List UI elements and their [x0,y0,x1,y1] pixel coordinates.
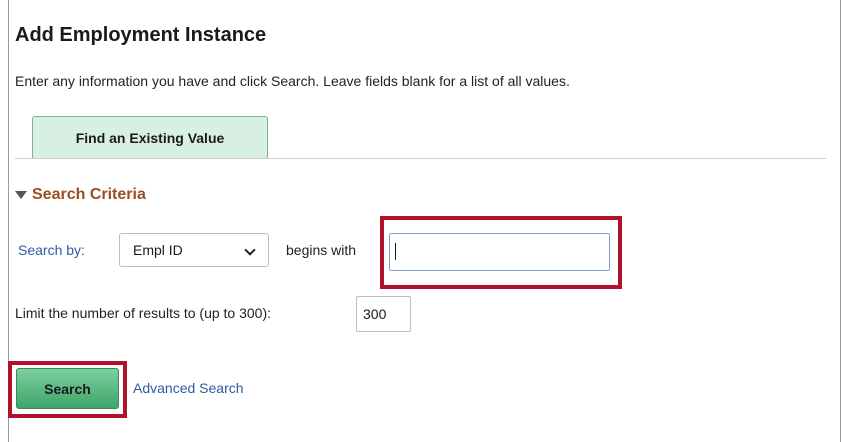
page-title: Add Employment Instance [15,24,267,46]
search-button[interactable]: Search [16,368,119,409]
search-criteria-header[interactable]: Search Criteria [15,186,146,204]
empl-id-input[interactable] [389,233,610,271]
text-cursor [395,243,396,260]
search-criteria-label: Search Criteria [32,186,146,203]
limit-results-input[interactable] [356,296,411,332]
tab-label: Find an Existing Value [75,129,225,146]
search-by-label: Search by: [18,242,85,258]
search-by-selected-value: Empl ID [133,242,183,258]
limit-results-label: Limit the number of results to (up to 30… [15,305,272,321]
collapse-triangle-icon [15,191,27,199]
operator-label: begins with [286,242,357,258]
chevron-down-icon [244,244,256,256]
instructions-text: Enter any information you have and click… [15,73,570,89]
tab-divider [15,158,826,159]
advanced-search-link[interactable]: Advanced Search [133,380,244,396]
tab-find-existing-value[interactable]: Find an Existing Value [32,116,268,158]
search-by-select[interactable]: Empl ID [119,233,269,267]
